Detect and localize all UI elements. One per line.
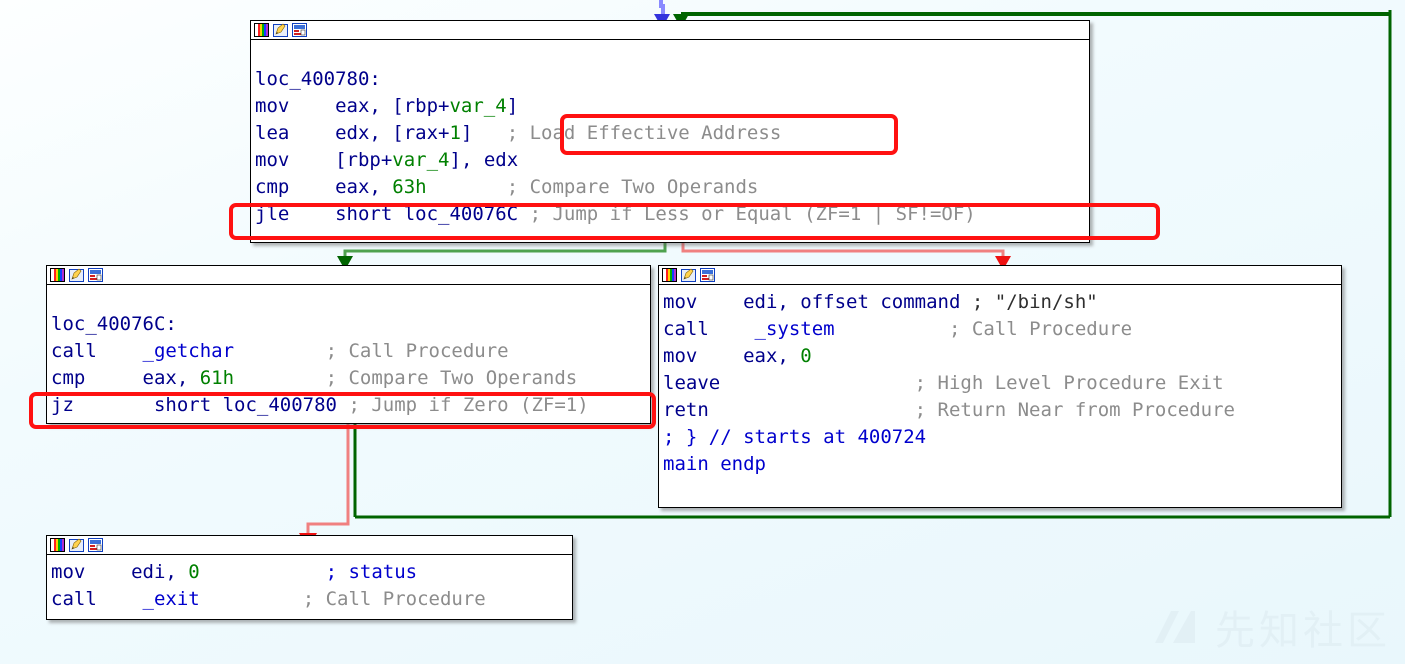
graph-node-icon[interactable]	[88, 538, 103, 552]
color-palette-icon[interactable]	[662, 268, 677, 282]
block-top-padding	[47, 289, 650, 311]
graph-node-icon[interactable]	[88, 268, 103, 282]
watermark: 先知社区	[1149, 598, 1391, 656]
code-line-call-exit: call _exit ; Call Procedure	[51, 588, 486, 610]
edit-pencil-icon[interactable]	[69, 538, 84, 552]
block-code-body: mov edi, offset command ; "/bin/sh" call…	[659, 285, 1341, 482]
highlight-jle-line	[229, 203, 1160, 240]
color-palette-icon[interactable]	[254, 23, 269, 37]
watermark-text: 先知社区	[1215, 608, 1391, 654]
code-line-mov-eax-0: mov eax, 0	[663, 345, 812, 367]
code-line-function-end-comment: ; } // starts at 400724	[663, 426, 927, 448]
code-line-cmp-63h: cmp eax, 63h ; Compare Two Operands	[255, 176, 759, 198]
block-code-body: mov edi, 0 ; status call _exit ; Call Pr…	[47, 555, 572, 617]
code-line-label: loc_400780:	[255, 68, 381, 90]
block-titlebar[interactable]	[251, 21, 1089, 40]
edit-pencil-icon[interactable]	[681, 268, 696, 282]
block-titlebar[interactable]	[659, 266, 1341, 285]
ida-graph-canvas[interactable]: loc_400780: mov eax, [rbp+var_4] lea edx…	[0, 0, 1405, 664]
code-line-mov-edi-command: mov edi, offset command ; "/bin/sh"	[663, 291, 1098, 313]
edit-pencil-icon[interactable]	[273, 23, 288, 37]
block-top-padding	[251, 44, 1089, 66]
basic-block-system[interactable]: mov edi, offset command ; "/bin/sh" call…	[658, 265, 1342, 508]
code-line-leave: leave ; High Level Procedure Exit	[663, 372, 1224, 394]
edit-pencil-icon[interactable]	[69, 268, 84, 282]
code-line-main-endp: main endp	[663, 453, 766, 475]
color-palette-icon[interactable]	[50, 538, 65, 552]
highlight-lea-comment	[560, 114, 898, 155]
code-line-cmp-61h: cmp eax, 61h ; Compare Two Operands	[51, 367, 578, 389]
code-line-retn: retn ; Return Near from Procedure	[663, 399, 1235, 421]
graph-node-icon[interactable]	[292, 23, 307, 37]
code-line-call-system: call _system ; Call Procedure	[663, 318, 1133, 340]
code-line-label: loc_40076C:	[51, 313, 177, 335]
block-titlebar[interactable]	[47, 266, 650, 285]
watermark-logo-icon	[1155, 611, 1195, 643]
highlight-jz-line	[29, 392, 656, 429]
block-titlebar[interactable]	[47, 536, 572, 555]
code-line-mov-edi-0: mov edi, 0 ; status	[51, 561, 418, 583]
code-line-call-getchar: call _getchar ; Call Procedure	[51, 340, 509, 362]
graph-node-icon[interactable]	[700, 268, 715, 282]
color-palette-icon[interactable]	[50, 268, 65, 282]
basic-block-exit[interactable]: mov edi, 0 ; status call _exit ; Call Pr…	[46, 535, 573, 620]
